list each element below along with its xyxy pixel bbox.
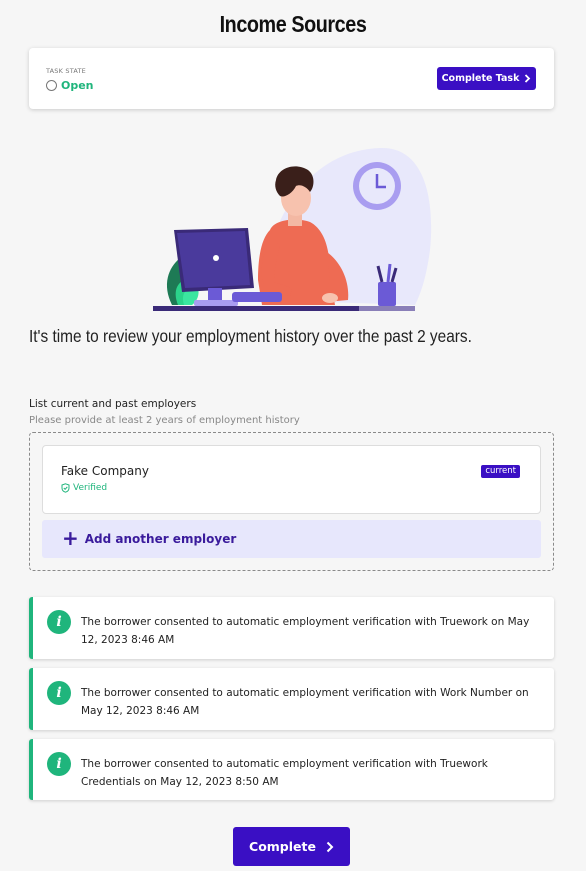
hero-illustration — [153, 147, 432, 311]
shield-check-icon — [61, 483, 70, 493]
employers-list: Fake Company Verified current + Add anot… — [29, 432, 554, 571]
current-badge: current — [481, 465, 520, 478]
intro-text: It's time to review your employment hist… — [29, 326, 472, 346]
add-employer-label: Add another employer — [84, 532, 237, 546]
page-title: Income Sources — [219, 11, 367, 37]
notice-card: i The borrower consented to automatic em… — [29, 739, 554, 800]
complete-button[interactable]: Complete — [233, 827, 350, 866]
status-circle-icon — [46, 80, 57, 91]
chevron-right-icon — [525, 74, 531, 83]
employers-section-title: List current and past employers — [29, 398, 197, 410]
notice-card: i The borrower consented to automatic em… — [29, 668, 554, 730]
task-status: Open — [46, 79, 94, 92]
add-employer-button[interactable]: + Add another employer — [42, 520, 541, 558]
info-icon: i — [47, 752, 71, 776]
task-state-label: TASK STATE — [46, 67, 86, 75]
notice-text: The borrower consented to automatic empl… — [81, 616, 530, 646]
complete-task-button[interactable]: Complete Task — [437, 67, 536, 90]
complete-task-label: Complete Task — [441, 73, 520, 84]
info-icon: i — [47, 681, 71, 705]
chevron-right-icon — [326, 841, 334, 852]
notice-text: The borrower consented to automatic empl… — [81, 758, 488, 788]
notice-card: i The borrower consented to automatic em… — [29, 597, 554, 659]
employers-section-subtitle: Please provide at least 2 years of emplo… — [29, 415, 300, 426]
complete-button-label: Complete — [249, 839, 316, 854]
employer-card[interactable]: Fake Company Verified current — [42, 445, 541, 514]
verified-label: Verified — [73, 483, 108, 493]
plus-icon: + — [62, 526, 79, 550]
task-status-text: Open — [61, 79, 94, 92]
notice-text: The borrower consented to automatic empl… — [81, 687, 529, 717]
employer-name: Fake Company — [61, 464, 149, 478]
task-card: TASK STATE Open Complete Task — [29, 48, 554, 109]
info-icon: i — [47, 610, 71, 634]
employer-verified-status: Verified — [61, 483, 107, 493]
